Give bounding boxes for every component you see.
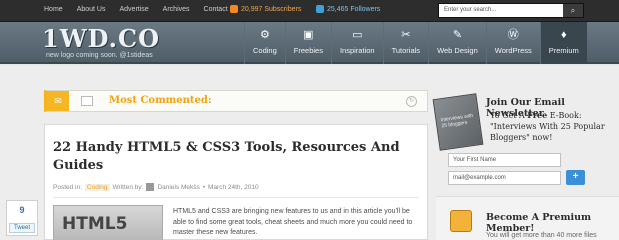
newsletter-line3: Bloggers" now! (490, 133, 553, 142)
search-icon: ⌕ (570, 6, 576, 15)
nav-freebies[interactable]: ▣ Freebies (284, 22, 331, 64)
meta-date: March 24th, 2010 (208, 183, 259, 191)
newsletter-line2: "Interviews With 25 Popular (490, 122, 605, 131)
comments-icon[interactable]: ✉ (47, 91, 69, 111)
main-nav: ⚙ Coding ▣ Freebies ▭ Inspiration ✂ Tuto… (244, 22, 587, 64)
top-nav: Home About Us Advertise Archives Contact (44, 6, 228, 13)
article-thumbnail[interactable]: HTML5 (53, 205, 163, 240)
page-icon[interactable] (81, 96, 93, 106)
nav-label: Inspiration (339, 46, 375, 55)
nav-label: Web Design (437, 46, 478, 55)
article-title[interactable]: 22 Handy HTML5 & CSS3 Tools, Resources A… (53, 139, 413, 175)
nav-label: Tutorials (391, 46, 421, 55)
refresh-icon[interactable]: ↻ (406, 96, 417, 107)
pen-icon: ✎ (452, 29, 463, 41)
premium-title[interactable]: Become A Premium Member! (486, 212, 619, 234)
nav-wordpress[interactable]: Ⓦ WordPress (485, 22, 540, 64)
share-widget: 9 Tweet (6, 200, 38, 236)
site-header: 1WD.CO new logo coming soon. @1stideas ⚙… (0, 22, 619, 64)
site-tagline: new logo coming soon. @1stideas (46, 52, 153, 59)
top-bar: Home About Us Advertise Archives Contact… (0, 0, 619, 22)
top-nav-archives[interactable]: Archives (163, 6, 190, 13)
thumbnail-text: HTML5 (62, 214, 128, 234)
tweet-button[interactable]: Tweet (9, 223, 35, 233)
ebook-cover-text: Interviews with 25 bloggers (440, 112, 474, 130)
monitor-icon: ▭ (352, 29, 363, 41)
gear-icon: ⚙ (259, 29, 270, 41)
first-name-field[interactable]: Your First Name (448, 153, 561, 167)
newsletter-ebook: E-Book: (549, 111, 582, 120)
meta-written: Written by: (112, 183, 144, 191)
nav-web-design[interactable]: ✎ Web Design (428, 22, 486, 64)
most-commented-bar: ✉ Most Commented: ↻ (44, 90, 428, 112)
top-nav-home[interactable]: Home (44, 6, 63, 13)
nav-label: Premium (548, 46, 579, 55)
nav-label: WordPress (494, 46, 532, 55)
nav-premium[interactable]: ♦ Premium (539, 22, 587, 64)
meta-posted: Posted in: (53, 183, 82, 191)
freebies-icon: ▣ (303, 29, 314, 41)
nav-tutorials[interactable]: ✂ Tutorials (382, 22, 428, 64)
site-logo[interactable]: 1WD.CO (42, 24, 160, 53)
top-nav-advertise[interactable]: Advertise (119, 6, 148, 13)
followers-count: 25,465 Followers (327, 5, 381, 13)
rss-icon (230, 5, 238, 13)
meta-author[interactable]: Daniels Mekšs (157, 184, 199, 191)
followers-link[interactable]: 25,465 Followers (316, 5, 380, 13)
premium-text: You will get more than 40 more files (486, 232, 597, 239)
meta-separator: • (202, 183, 206, 191)
subscribers-count: 20,997 Subscribers (241, 5, 302, 13)
divider (53, 197, 419, 198)
toolbox-icon (450, 210, 472, 232)
email-field[interactable]: mail@example.com (448, 171, 561, 185)
share-count: 9 (19, 205, 25, 215)
newsletter-text: To Get A Free E-Book: "Interviews With 2… (490, 110, 616, 143)
nav-label: Coding (253, 46, 277, 55)
wordpress-icon: Ⓦ (507, 29, 519, 41)
nav-label: Freebies (293, 46, 323, 55)
search-button[interactable]: ⌕ (563, 4, 583, 17)
scissors-icon: ✂ (401, 29, 411, 41)
subscribe-button[interactable]: + (566, 170, 585, 185)
article-excerpt: HTML5 and CSS3 are bringing new features… (173, 208, 413, 236)
nav-coding[interactable]: ⚙ Coding (244, 22, 285, 64)
meta-category[interactable]: Coding (84, 183, 110, 191)
newsletter-prefix: To Get A (490, 111, 525, 120)
newsletter-free: Free (527, 110, 548, 120)
twitter-icon (316, 5, 324, 13)
most-commented-label: Most Commented: (109, 95, 212, 106)
bag-icon: ♦ (560, 29, 567, 41)
article-meta: Posted in: Coding Written by: Daniels Me… (53, 183, 259, 191)
nav-inspiration[interactable]: ▭ Inspiration (330, 22, 383, 64)
top-nav-about[interactable]: About Us (77, 6, 106, 13)
author-avatar (146, 183, 155, 191)
article-card: 22 Handy HTML5 & CSS3 Tools, Resources A… (44, 124, 428, 240)
ebook-cover: Interviews with 25 bloggers (432, 93, 484, 151)
subscribers-link[interactable]: 20,997 Subscribers (230, 5, 301, 13)
top-nav-contact[interactable]: Contact (204, 6, 228, 13)
